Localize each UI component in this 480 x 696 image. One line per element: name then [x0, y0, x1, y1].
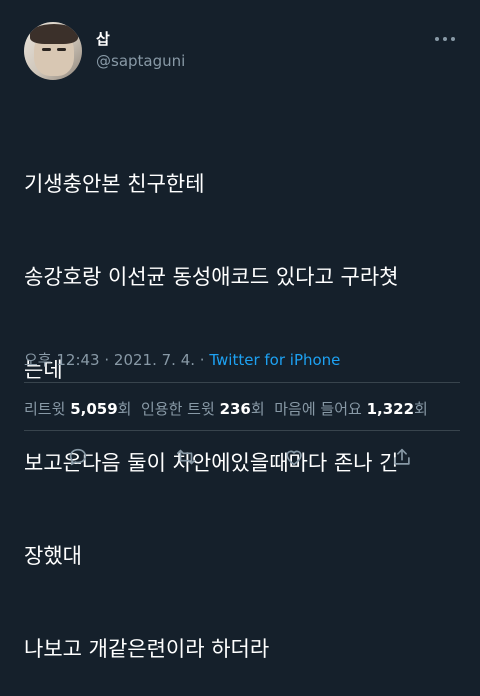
- tweet-source-link[interactable]: Twitter for iPhone: [209, 351, 340, 369]
- retweet-icon[interactable]: [172, 444, 200, 470]
- tweet-line: 나보고 개같은련이라 하더라: [24, 637, 270, 661]
- tweet-line: 장했대: [24, 544, 82, 568]
- share-icon[interactable]: [388, 444, 416, 470]
- retweets-label: 리트윗: [24, 400, 66, 418]
- tweet-line: 송강호랑 이선균 동성애코드 있다고 구라쳣: [24, 265, 399, 289]
- tweet-stats: 리트윗 5,059회 인용한 트윗 236회 마음에 들어요 1,322회: [24, 398, 428, 419]
- tweet-date[interactable]: 2021. 7. 4.: [114, 351, 195, 369]
- meta-separator: ·: [99, 351, 114, 369]
- tweet-actions: [0, 444, 480, 470]
- likes-label: 마음에 들어요: [274, 400, 362, 418]
- quotes-stat[interactable]: 인용한 트윗 236회: [141, 400, 265, 418]
- likes-count: 1,322: [366, 400, 415, 418]
- likes-stat[interactable]: 마음에 들어요 1,322회: [274, 400, 428, 418]
- avatar-hair: [30, 24, 78, 44]
- quotes-count: 236: [219, 400, 251, 418]
- heart-icon[interactable]: [280, 444, 308, 470]
- retweets-count: 5,059: [70, 400, 118, 418]
- likes-unit: 회: [414, 400, 428, 418]
- meta-separator: ·: [195, 351, 210, 369]
- avatar[interactable]: [24, 22, 82, 80]
- tweet-header: 삽 @saptaguni: [24, 22, 460, 82]
- tweet-line: 기생충안본 친구한테: [24, 172, 205, 196]
- retweets-unit: 회: [117, 400, 132, 418]
- avatar-eye: [57, 48, 66, 51]
- quotes-unit: 회: [250, 400, 265, 418]
- retweets-stat[interactable]: 리트윗 5,059회: [24, 400, 131, 418]
- more-horizontal-icon[interactable]: [434, 32, 456, 42]
- top-edge: [0, 0, 480, 8]
- reply-icon[interactable]: [64, 444, 92, 470]
- avatar-eye: [42, 48, 51, 51]
- author-handle[interactable]: @saptaguni: [96, 52, 185, 70]
- author-name[interactable]: 삽: [96, 28, 110, 49]
- tweet-time[interactable]: 오후 12:43: [24, 351, 100, 369]
- divider: [24, 430, 460, 431]
- quotes-label: 인용한 트윗: [141, 400, 215, 418]
- tweet-meta: 오후 12:43 · 2021. 7. 4. · Twitter for iPh…: [24, 349, 340, 370]
- divider: [24, 382, 460, 383]
